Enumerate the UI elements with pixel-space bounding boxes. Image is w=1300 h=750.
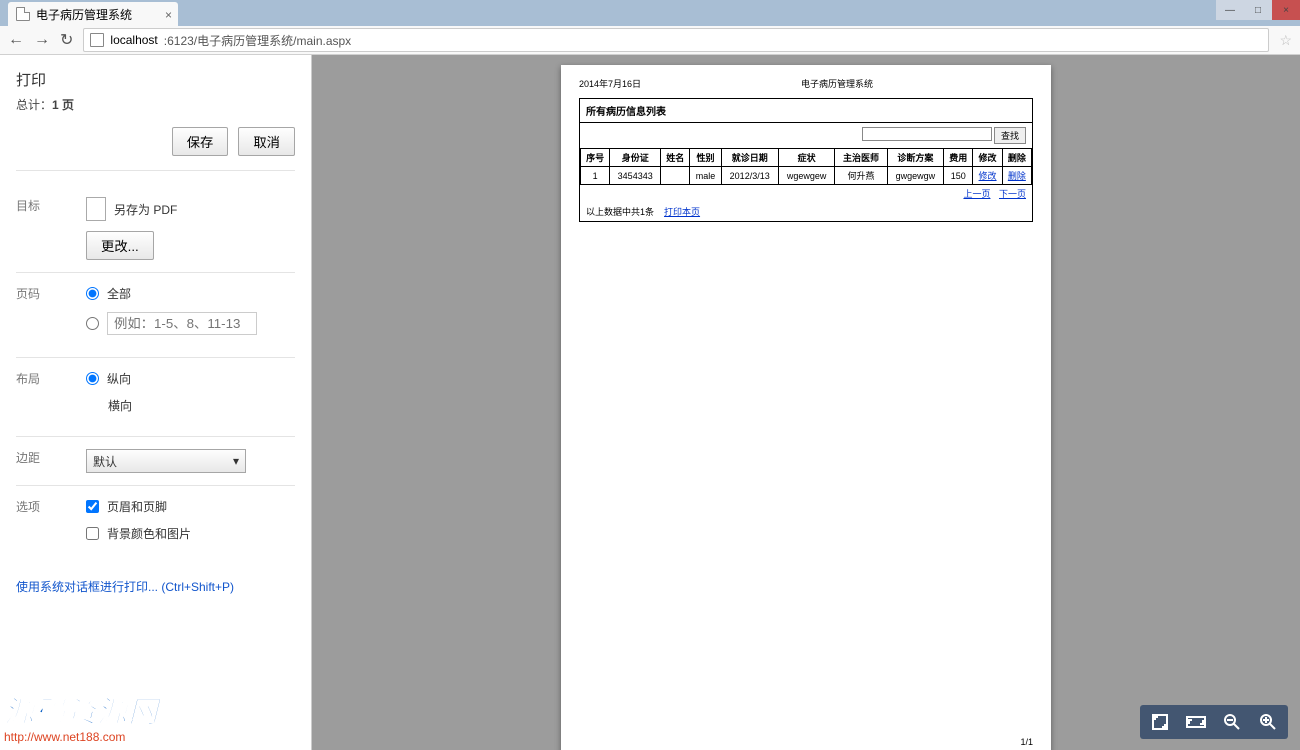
viewer-toolbar [1140,705,1288,739]
cancel-button[interactable]: 取消 [238,127,295,156]
change-destination-button[interactable]: 更改... [86,231,154,260]
list-title: 所有病历信息列表 [580,99,1032,123]
search-button[interactable]: 查找 [994,127,1026,144]
reload-button[interactable]: ↻ [60,30,73,50]
preview-page: 2014年7月16日 电子病历管理系统 所有病历信息列表 查找 序号 身份证 姓… [561,65,1051,750]
margins-select[interactable]: 默认 ▾ [86,449,246,473]
fit-width-button[interactable] [1180,709,1212,735]
table-header-row: 序号 身份证 姓名 性别 就诊日期 症状 主治医师 诊断方案 费用 修改 删除 [581,149,1032,167]
pages-range-radio[interactable] [86,317,99,330]
next-page-link[interactable]: 下一页 [999,189,1026,199]
watermark-text: 源码资源网 [4,698,159,728]
watermark: 源码资源网 http://www.net188.com [4,698,159,744]
fit-page-button[interactable] [1144,709,1176,735]
prev-page-link[interactable]: 上一页 [963,189,990,199]
close-icon[interactable]: × [165,8,172,22]
background-checkbox[interactable] [86,527,99,540]
system-dialog-link[interactable]: 使用系统对话框进行打印... (Ctrl+Shift+P) [16,578,295,595]
print-title: 打印 [16,69,295,90]
layout-label: 布局 [16,370,86,424]
url-path: :6123/电子病历管理系统/main.aspx [164,32,351,49]
close-button[interactable]: × [1272,0,1300,20]
zoom-in-button[interactable] [1252,709,1284,735]
back-button[interactable]: ← [8,31,24,49]
chevron-down-icon: ▾ [233,454,239,468]
preview-system-name: 电子病历管理系统 [801,77,873,90]
tab-bar: 电子病历管理系统 × [0,0,1300,26]
options-label: 选项 [16,498,86,552]
page-number: 1/1 [1020,737,1033,747]
preview-area: 2014年7月16日 电子病历管理系统 所有病历信息列表 查找 序号 身份证 姓… [312,55,1300,750]
tab-title: 电子病历管理系统 [36,6,132,23]
headers-label: 页眉和页脚 [107,498,167,515]
layout-portrait-radio[interactable] [86,372,99,385]
watermark-url: http://www.net188.com [4,730,159,744]
print-total: 总计：1 页 [16,96,295,113]
records-table: 序号 身份证 姓名 性别 就诊日期 症状 主治医师 诊断方案 费用 修改 删除 … [580,148,1032,185]
margins-label: 边距 [16,449,86,473]
summary-text: 以上数据中共1条 [586,207,654,217]
pager: 上一页 下一页 [580,185,1032,202]
page-icon [90,33,104,47]
url-bar[interactable]: localhost :6123/电子病历管理系统/main.aspx [83,28,1269,52]
table-row: 1 3454343 male 2012/3/13 wgewgew 何升燕 gwg… [581,167,1032,185]
pages-range-input[interactable] [107,312,257,335]
delete-link[interactable]: 删除 [1008,171,1026,181]
minimize-button[interactable]: — [1216,0,1244,20]
print-page-link[interactable]: 打印本页 [664,207,700,217]
pdf-icon [86,197,106,221]
bookmark-icon[interactable]: ☆ [1279,32,1292,49]
preview-date: 2014年7月16日 [579,77,641,90]
browser-tab[interactable]: 电子病历管理系统 × [8,2,178,26]
nav-bar: ← → ↻ localhost:6123/电子病历管理系统/main.aspx … [0,26,1300,54]
pages-all-radio[interactable] [86,287,99,300]
zoom-out-button[interactable] [1216,709,1248,735]
destination-label: 目标 [16,197,86,260]
search-input[interactable] [862,127,992,141]
window-controls: — □ × [1216,0,1300,20]
forward-button[interactable]: → [34,31,50,49]
pages-label: 页码 [16,285,86,345]
pages-all-label: 全部 [107,285,131,302]
file-icon [16,7,30,21]
background-label: 背景颜色和图片 [107,525,191,542]
headers-checkbox[interactable] [86,500,99,513]
destination-value: 另存为 PDF [114,201,177,218]
url-host: localhost [110,33,157,47]
print-panel: 打印 总计：1 页 保存 取消 目标 另存为 PDF 更改... 页码 [0,55,312,750]
layout-portrait-label: 纵向 [107,370,131,387]
save-button[interactable]: 保存 [172,127,229,156]
edit-link[interactable]: 修改 [979,171,997,181]
maximize-button[interactable]: □ [1244,0,1272,20]
layout-landscape-label: 横向 [108,397,132,414]
